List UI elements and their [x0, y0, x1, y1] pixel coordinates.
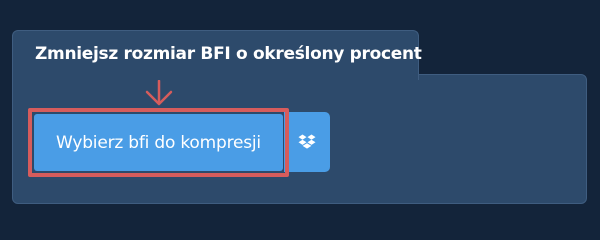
dropbox-icon — [298, 134, 316, 149]
tab-title: Zmniejsz rozmiar BFI o określony procent — [35, 44, 422, 64]
dropbox-button[interactable] — [284, 112, 330, 172]
arrow-down-icon — [145, 80, 173, 106]
choose-file-button[interactable]: Wybierz bfi do kompresji — [34, 114, 283, 171]
